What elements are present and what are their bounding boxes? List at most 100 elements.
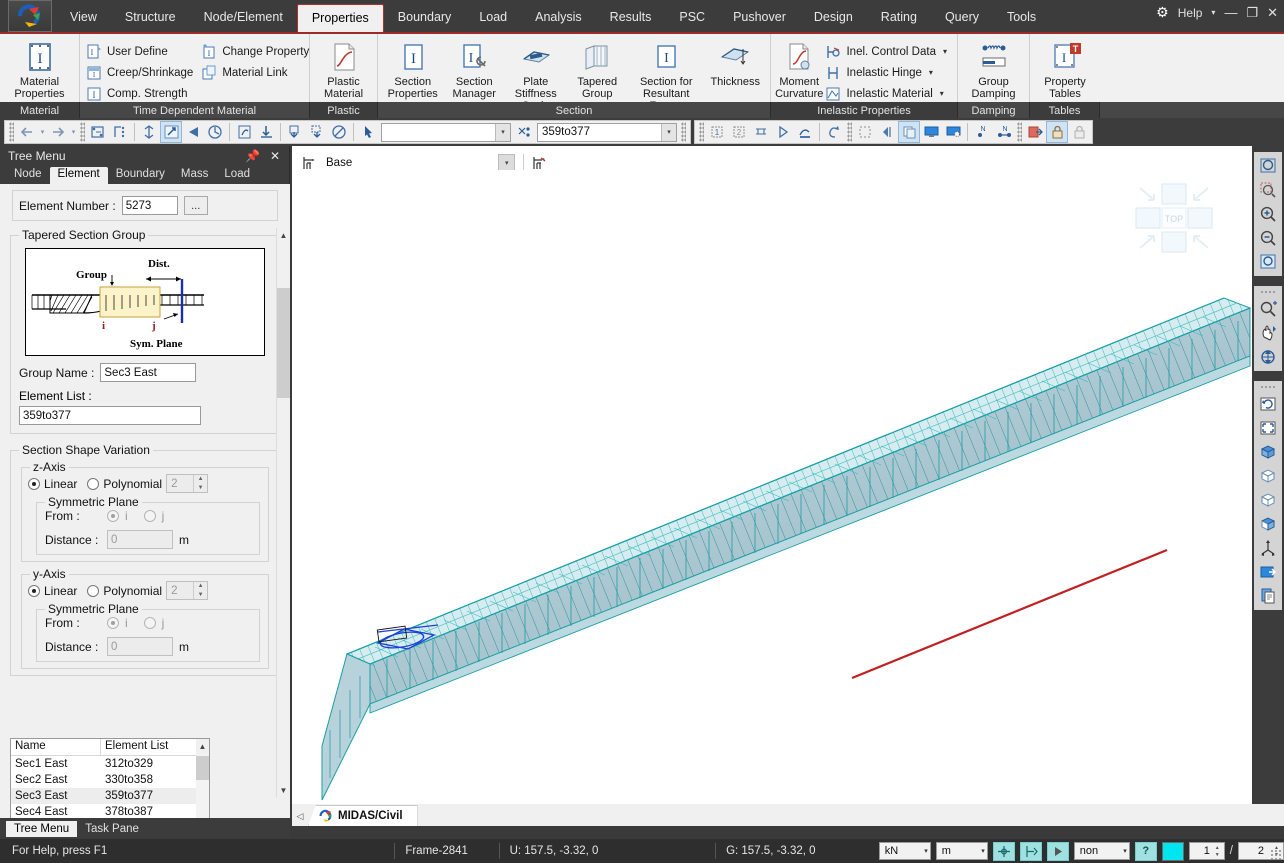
select-previous-icon[interactable]	[182, 121, 204, 143]
y-axis-polynomial-radio[interactable]	[87, 584, 100, 597]
menu-tab-load[interactable]: Load	[465, 2, 521, 32]
help-label[interactable]: Help	[1178, 6, 1203, 20]
group-damping-button[interactable]: Group Damping ▾	[962, 37, 1025, 109]
zoom-all-icon[interactable]	[1256, 250, 1280, 274]
line-snap-icon[interactable]	[1019, 841, 1042, 861]
node-label-icon[interactable]: N	[971, 121, 993, 143]
document-tab-midas-civil[interactable]: MIDAS/Civil	[308, 805, 418, 826]
property-tables-button[interactable]: I T Property Tables ▾	[1034, 37, 1096, 109]
page-current-stepper[interactable]: 1 ▲ ▼	[1188, 842, 1225, 860]
scrollbar-track[interactable]	[277, 243, 290, 783]
select-filter-combo[interactable]: ▾	[381, 122, 511, 142]
zoom-window-icon[interactable]	[854, 121, 876, 143]
gear-icon[interactable]: ⚙	[1156, 4, 1169, 21]
element-number-input[interactable]: 5273	[121, 196, 178, 215]
chevron-down-icon[interactable]: ▾	[1211, 8, 1215, 17]
zoom-window-icon[interactable]	[1256, 178, 1280, 202]
y-axis-distance-input[interactable]: 0	[107, 637, 173, 656]
z-axis-linear-radio[interactable]	[28, 477, 40, 490]
chevron-left-icon[interactable]: ◁	[292, 806, 308, 826]
tree-tab-boundary[interactable]: Boundary	[108, 167, 173, 184]
table-row[interactable]: Sec3 East 359to377	[11, 788, 209, 804]
toolbar-grip[interactable]	[1260, 290, 1276, 295]
front-view-icon[interactable]	[1256, 464, 1280, 488]
pan-icon[interactable]	[1256, 321, 1280, 345]
user-define-button[interactable]: I User Define	[84, 41, 199, 62]
display-mode-icon[interactable]	[898, 121, 920, 143]
redraw-icon[interactable]	[1256, 392, 1280, 416]
y-axis-linear-radio[interactable]	[28, 584, 40, 597]
change-property-button[interactable]: I Change Property	[199, 41, 315, 62]
y-axis-from-j-radio[interactable]	[143, 617, 156, 629]
z-axis-distance-input[interactable]: 0	[107, 530, 173, 549]
scroll-up-arrow-icon[interactable]: ▲	[277, 228, 290, 243]
select-region-icon[interactable]	[1256, 416, 1280, 440]
element-list-input[interactable]: 359to377	[19, 406, 201, 425]
menu-tab-analysis[interactable]: Analysis	[521, 2, 596, 32]
iso-view-icon[interactable]	[1256, 440, 1280, 464]
menu-tab-results[interactable]: Results	[596, 2, 666, 32]
zoom-scale-icon[interactable]	[1256, 297, 1280, 321]
scrollbar-thumb[interactable]	[196, 756, 209, 780]
close-button[interactable]: ✕	[1267, 5, 1278, 21]
force-unit-select[interactable]: kN ▾	[878, 842, 931, 860]
section-manager-button[interactable]: I Section Manager ▾	[444, 37, 506, 109]
tree-tab-load[interactable]: Load	[216, 167, 258, 184]
mode-select[interactable]: non ▾	[1073, 842, 1130, 860]
z-axis-order-spinner[interactable]: 2 ▲ ▼	[166, 474, 209, 493]
display-grid-icon[interactable]	[750, 121, 772, 143]
tree-tab-node[interactable]: Node	[6, 167, 50, 184]
scroll-down-arrow-icon[interactable]: ▼	[277, 783, 290, 798]
y-axis-order-spinner[interactable]: 2 ▲ ▼	[166, 581, 209, 600]
element-pick-icon[interactable]	[513, 121, 535, 143]
z-axis-polynomial-radio[interactable]	[87, 477, 100, 490]
chevron-down-icon[interactable]: ▾	[924, 847, 928, 855]
unselect-all-icon[interactable]	[328, 121, 350, 143]
toolbar-grip[interactable]	[699, 122, 704, 142]
lock-icon[interactable]	[1068, 121, 1090, 143]
display-play-icon[interactable]	[772, 121, 794, 143]
app-logo-button[interactable]	[8, 0, 52, 32]
minimize-button[interactable]: —	[1224, 5, 1237, 20]
zoom-half-icon[interactable]	[876, 121, 898, 143]
capture-icon[interactable]	[1256, 584, 1280, 608]
select-by-plane-icon[interactable]	[233, 121, 255, 143]
display-option-icon[interactable]	[1256, 560, 1280, 584]
length-unit-select[interactable]: m ▾	[935, 842, 988, 860]
z-axis-from-i-radio[interactable]	[107, 510, 119, 522]
scrollbar-thumb[interactable]	[277, 288, 290, 398]
y-axis-from-i-radio[interactable]	[107, 617, 119, 629]
chevron-down-icon[interactable]: ▾	[498, 154, 516, 171]
section-for-resultant-forces-button[interactable]: I Section for Resultant Forces	[628, 37, 704, 112]
menu-tab-psc[interactable]: PSC	[665, 2, 719, 32]
tree-tab-element[interactable]: Element	[49, 167, 108, 184]
select-identity-icon[interactable]	[204, 121, 226, 143]
creep-shrinkage-button[interactable]: I Creep/Shrinkage	[84, 62, 199, 83]
table-row[interactable]: Sec1 East 312to329	[11, 756, 209, 772]
monitor-dotted-icon[interactable]	[942, 121, 964, 143]
material-link-button[interactable]: Material Link	[199, 62, 315, 83]
toolbar-grip[interactable]	[1017, 122, 1022, 142]
display-node-icon[interactable]: 1	[706, 121, 728, 143]
dock-tab-tree-menu[interactable]: Tree Menu	[6, 820, 78, 837]
unlock-icon[interactable]	[1046, 121, 1068, 143]
pin-icon[interactable]: 📌	[240, 149, 265, 163]
zoom-in-icon[interactable]	[1256, 202, 1280, 226]
monitor-icon[interactable]	[920, 121, 942, 143]
select-single-icon[interactable]	[160, 121, 182, 143]
zoom-fit-icon[interactable]	[1256, 154, 1280, 178]
select-window-icon[interactable]	[87, 121, 109, 143]
model-canvas[interactable]: TOP	[292, 170, 1252, 804]
toolbar-grip[interactable]	[847, 122, 852, 142]
select-intersect-icon[interactable]	[255, 121, 277, 143]
close-icon[interactable]: ✕	[265, 149, 285, 163]
menu-tab-query[interactable]: Query	[931, 2, 993, 32]
menu-tab-tools[interactable]: Tools	[993, 2, 1050, 32]
view-navigation-cube[interactable]: TOP	[1132, 182, 1216, 256]
right-view-icon[interactable]	[1256, 512, 1280, 536]
spinner-arrows[interactable]: ▲▼	[1212, 844, 1223, 858]
undo-arrow-icon[interactable]	[16, 121, 38, 143]
select-all-icon[interactable]	[138, 121, 160, 143]
tree-panel-scrollbar[interactable]: ▲ ▼	[276, 228, 290, 798]
moment-curvature-button[interactable]: Moment Curvature	[775, 37, 823, 100]
